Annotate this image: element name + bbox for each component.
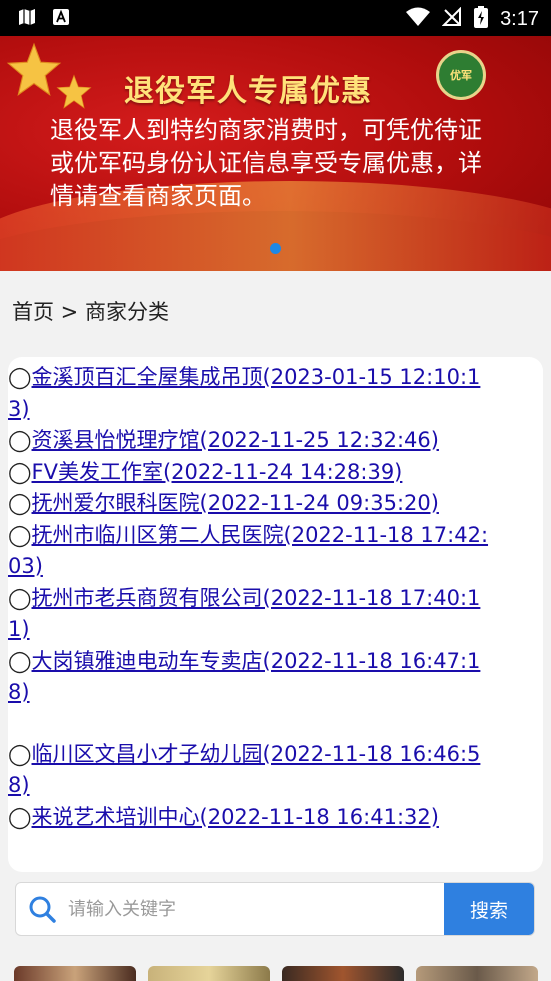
- merchant-link[interactable]: 抚州市老兵商贸有限公司(2022-11-18 17:40:11): [8, 586, 480, 642]
- radio-circle-icon: ◯: [8, 491, 32, 515]
- radio-circle-icon: ◯: [8, 741, 32, 766]
- search-input[interactable]: [68, 883, 446, 935]
- thumbnail-row: [14, 966, 544, 981]
- list-item: ◯来说艺术培训中心(2022-11-18 16:41:32): [8, 802, 498, 834]
- banner-description: 退役军人到特约商家消费时，可凭优待证或优军码身份认证信息享受专属优惠，详情请查看…: [50, 116, 482, 210]
- breadcrumb: 首页 > 商家分类: [12, 300, 169, 324]
- radio-circle-icon: ◯: [8, 428, 32, 452]
- merchant-link[interactable]: 抚州爱尔眼科医院(2022-11-24 09:35:20): [32, 491, 439, 515]
- star-icon: [6, 42, 62, 96]
- merchant-link[interactable]: FV美发工作室(2022-11-24 14:28:39): [32, 460, 403, 484]
- merchant-list: ◯金溪顶百汇全屋集成吊顶(2023-01-15 12:10:13) ◯资溪县怡悦…: [8, 362, 498, 833]
- banner-title: 退役军人专属优惠: [124, 74, 372, 109]
- veteran-emblem-icon: 优军: [436, 50, 486, 100]
- clock-time: 3:17: [500, 8, 539, 30]
- merchant-link[interactable]: 抚州市临川区第二人民医院(2022-11-18 17:42:03): [8, 523, 488, 579]
- radio-circle-icon: ◯: [8, 648, 32, 673]
- carousel-indicator-dot[interactable]: [270, 243, 281, 254]
- radio-circle-icon: ◯: [8, 804, 32, 829]
- list-item: ◯临川区文昌小才子幼儿园(2022-11-18 16:46:58): [8, 739, 498, 802]
- list-item: ◯抚州市老兵商贸有限公司(2022-11-18 17:40:11): [8, 583, 498, 646]
- list-item: ◯FV美发工作室(2022-11-24 14:28:39): [8, 457, 498, 489]
- promo-banner[interactable]: 退役军人专属优惠 优军 退役军人到特约商家消费时，可凭优待证或优军码身份认证信息…: [0, 36, 551, 271]
- merchant-link[interactable]: 来说艺术培训中心(2022-11-18 16:41:32): [32, 805, 439, 829]
- list-item: ◯抚州爱尔眼科医院(2022-11-24 09:35:20): [8, 488, 498, 520]
- merchant-thumbnail[interactable]: [282, 966, 404, 981]
- map-icon: [18, 8, 36, 30]
- merchant-link[interactable]: 大岗镇雅迪电动车专卖店(2022-11-18 16:47:18): [8, 649, 480, 705]
- status-bar: 3:17: [0, 0, 551, 36]
- radio-circle-icon: ◯: [8, 585, 32, 610]
- merchant-thumbnail[interactable]: [148, 966, 270, 981]
- star-icon: [56, 74, 92, 109]
- merchant-thumbnail[interactable]: [14, 966, 136, 981]
- merchant-link[interactable]: 临川区文昌小才子幼儿园(2022-11-18 16:46:58): [8, 742, 480, 798]
- list-item: ◯大岗镇雅迪电动车专卖店(2022-11-18 16:47:18): [8, 646, 498, 709]
- wifi-icon: [406, 7, 431, 32]
- radio-circle-icon: ◯: [8, 522, 32, 547]
- radio-circle-icon: ◯: [8, 365, 32, 389]
- font-icon: [52, 8, 70, 30]
- list-item: ◯抚州市临川区第二人民医院(2022-11-18 17:42:03): [8, 520, 498, 583]
- list-item: ◯资溪县怡悦理疗馆(2022-11-25 12:32:46): [8, 425, 498, 457]
- merchant-link[interactable]: 金溪顶百汇全屋集成吊顶(2023-01-15 12:10:13): [8, 365, 480, 421]
- merchant-thumbnail[interactable]: [416, 966, 538, 981]
- radio-circle-icon: ◯: [8, 459, 32, 484]
- no-signal-icon: [441, 6, 462, 32]
- search-button[interactable]: 搜索: [444, 883, 534, 935]
- battery-charging-icon: [474, 6, 489, 33]
- emblem-text: 优军: [450, 69, 472, 82]
- search-bar: 搜索: [15, 882, 535, 936]
- merchant-list-card: ◯金溪顶百汇全屋集成吊顶(2023-01-15 12:10:13) ◯资溪县怡悦…: [8, 357, 543, 872]
- search-icon: [28, 895, 56, 927]
- merchant-link[interactable]: 资溪县怡悦理疗馆(2022-11-25 12:32:46): [32, 428, 439, 452]
- list-item: ◯金溪顶百汇全屋集成吊顶(2023-01-15 12:10:13): [8, 362, 498, 425]
